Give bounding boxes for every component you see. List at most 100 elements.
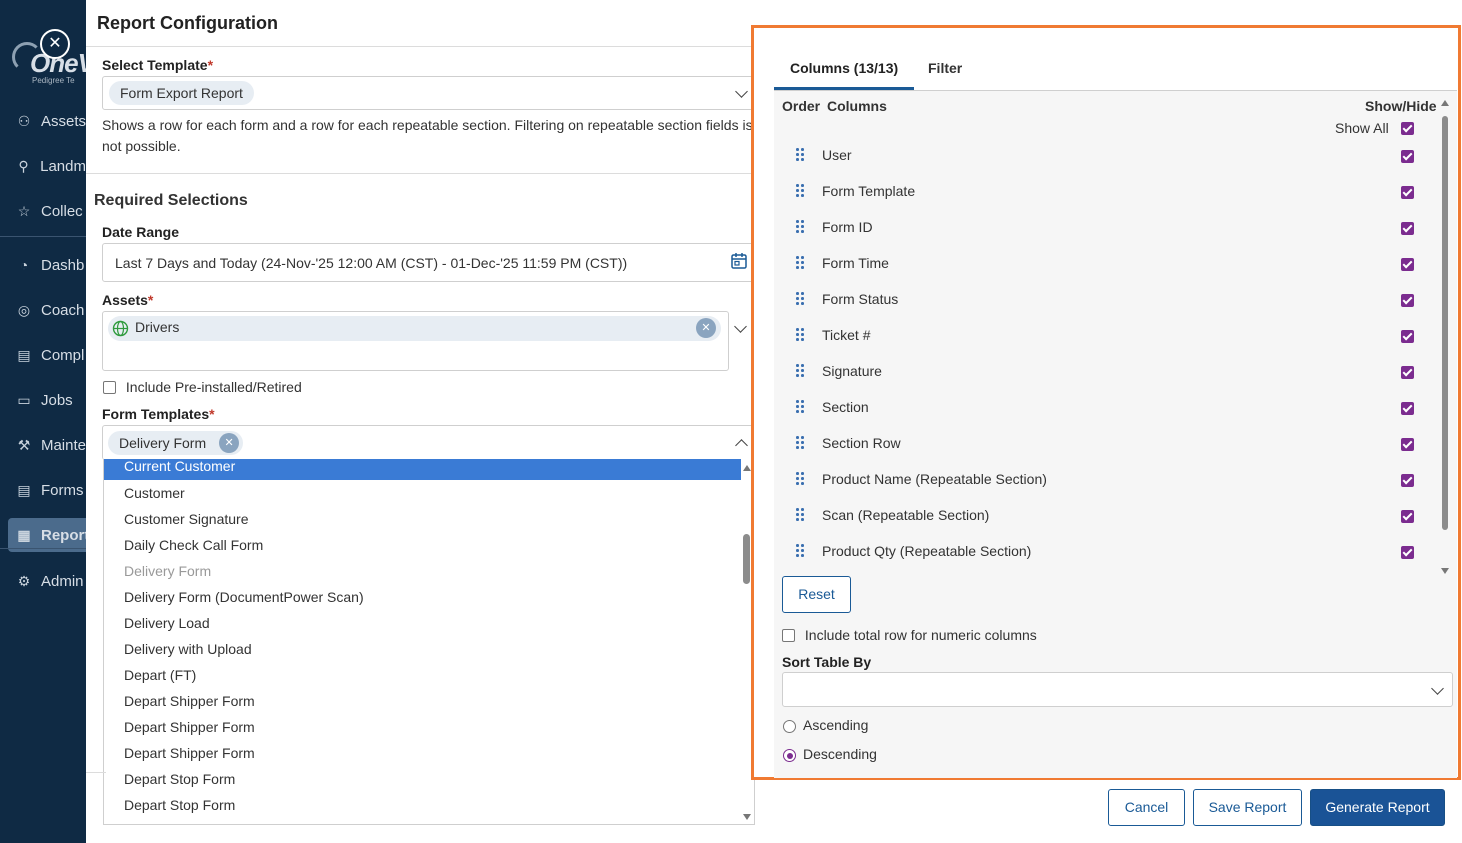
dropdown-option[interactable]: Depart Stop Form [104, 766, 754, 792]
column-name: Form Status [822, 291, 899, 307]
include-total-label: Include total row for numeric columns [804, 627, 1037, 644]
sidebar-item-mainte[interactable]: ⚒ Mainte [0, 428, 86, 462]
dropdown-option[interactable]: Customer Signature [104, 506, 754, 532]
dropdown-option[interactable]: Daily Check Call Form [104, 532, 754, 558]
column-visible-checkbox[interactable] [1401, 258, 1414, 271]
column-visible-checkbox[interactable] [1401, 510, 1414, 523]
template-select[interactable]: Form Export Report [102, 76, 754, 110]
column-visible-checkbox[interactable] [1401, 330, 1414, 343]
form-templates-select[interactable]: Delivery Form ✕ [102, 425, 755, 460]
map-pin-icon: ⚲ [18, 157, 29, 174]
column-visible-checkbox[interactable] [1401, 222, 1414, 235]
dropdown-option[interactable]: Depart (FT) [104, 662, 754, 688]
include-preinstalled-checkbox[interactable]: Include Pre-installed/Retired [103, 378, 302, 395]
column-row[interactable]: Form Time [774, 246, 1414, 282]
column-row[interactable]: Product Qty (Repeatable Section) [774, 534, 1414, 570]
sidebar-item-label: Forms [41, 481, 84, 499]
cancel-button[interactable]: Cancel [1108, 789, 1185, 826]
scroll-down-icon[interactable] [743, 814, 751, 820]
sidebar-item-admin[interactable]: ⚙ Admin [0, 564, 86, 598]
column-row[interactable]: Scan (Repeatable Section) [774, 498, 1414, 534]
column-visible-checkbox[interactable] [1401, 546, 1414, 559]
sidebar-item-jobs[interactable]: ▭ Jobs [0, 383, 86, 417]
template-chip: Form Export Report [109, 81, 254, 105]
sidebar-item-coach[interactable]: ◎ Coach [0, 293, 86, 327]
column-row[interactable]: User [774, 138, 1414, 174]
save-report-button[interactable]: Save Report [1193, 789, 1302, 826]
column-name: Form ID [822, 219, 873, 235]
column-row[interactable]: Form ID [774, 210, 1414, 246]
drag-handle-icon[interactable] [796, 436, 804, 452]
column-name: Form Time [822, 255, 889, 271]
dropdown-option[interactable]: Current Customer [104, 459, 741, 480]
column-row[interactable]: Signature [774, 354, 1414, 390]
date-range-input[interactable]: Last 7 Days and Today (24-Nov-'25 12:00 … [102, 243, 754, 282]
include-total-checkbox[interactable]: Include total row for numeric columns [782, 626, 1037, 643]
column-row[interactable]: Product Name (Repeatable Section) [774, 462, 1414, 498]
column-row[interactable]: Section [774, 390, 1414, 426]
descending-radio[interactable] [783, 749, 796, 762]
close-dialog-button[interactable]: ✕ [40, 29, 70, 59]
dropdown-option[interactable]: Depart Shipper Form [104, 714, 754, 740]
column-row[interactable]: Section Row [774, 426, 1414, 462]
dropdown-scrollbar[interactable] [742, 459, 751, 824]
drag-handle-icon[interactable] [796, 400, 804, 416]
column-visible-checkbox[interactable] [1401, 402, 1414, 415]
column-row[interactable]: Form Status [774, 282, 1414, 318]
drag-handle-icon[interactable] [796, 328, 804, 344]
sidebar-item-forms[interactable]: ▤ Forms [0, 473, 86, 507]
dropdown-option[interactable]: Delivery with Upload [104, 636, 754, 662]
assets-select[interactable]: Drivers ✕ [102, 311, 729, 371]
column-visible-checkbox[interactable] [1401, 366, 1414, 379]
column-visible-checkbox[interactable] [1401, 438, 1414, 451]
show-all-checkbox[interactable] [1401, 122, 1414, 135]
drag-handle-icon[interactable] [796, 184, 804, 200]
generate-report-button[interactable]: Generate Report [1310, 789, 1445, 826]
section-divider [86, 173, 751, 174]
report-icon: ▦ [17, 526, 31, 543]
reset-button[interactable]: Reset [782, 576, 851, 613]
drag-handle-icon[interactable] [796, 292, 804, 308]
scroll-down-icon[interactable] [1441, 568, 1449, 574]
calendar-icon[interactable] [730, 252, 748, 270]
drag-handle-icon[interactable] [796, 544, 804, 560]
sidebar-item-landm[interactable]: ⚲ Landm [0, 149, 86, 183]
ascending-radio[interactable] [783, 720, 796, 733]
dropdown-option[interactable]: Depart Shipper Form [104, 688, 754, 714]
form-templates-label: Form Templates* [102, 406, 215, 422]
sidebar-item-report[interactable]: ▦ Report [8, 518, 86, 552]
tab-columns[interactable]: Columns (13/13) [774, 50, 915, 90]
dropdown-option[interactable]: Customer [104, 480, 754, 506]
drag-handle-icon[interactable] [796, 472, 804, 488]
column-row[interactable]: Form Template [774, 174, 1414, 210]
scroll-up-icon[interactable] [1441, 100, 1449, 106]
drag-handle-icon[interactable] [796, 256, 804, 272]
dropdown-option[interactable]: Depart Shipper Form [104, 740, 754, 766]
dropdown-option[interactable]: Delivery Load [104, 610, 754, 636]
column-visible-checkbox[interactable] [1401, 294, 1414, 307]
sidebar-item-assets[interactable]: ⚇ Assets [0, 104, 86, 138]
assets-chevron-down-icon[interactable] [734, 320, 747, 333]
columns-scrollbar[interactable] [1440, 98, 1450, 576]
drag-handle-icon[interactable] [796, 364, 804, 380]
columns-scroll-thumb[interactable] [1442, 116, 1448, 530]
remove-chip-icon[interactable]: ✕ [219, 433, 240, 453]
dropdown-option[interactable]: Depart Stop Form [104, 792, 754, 818]
column-visible-checkbox[interactable] [1401, 150, 1414, 163]
remove-chip-icon[interactable]: ✕ [696, 318, 716, 338]
dropdown-option[interactable]: Delivery Form (DocumentPower Scan) [104, 584, 754, 610]
sidebar-item-compl[interactable]: ▤ Compl [0, 338, 86, 372]
column-row[interactable]: Ticket # [774, 318, 1414, 354]
tab-filter[interactable]: Filter [912, 50, 978, 90]
column-visible-checkbox[interactable] [1401, 474, 1414, 487]
sidebar-item-collec[interactable]: ☆ Collec [0, 194, 86, 228]
column-visible-checkbox[interactable] [1401, 186, 1414, 199]
sort-table-select[interactable] [782, 672, 1453, 707]
sidebar-item-dashb[interactable]: ◔ Dashb [0, 248, 86, 282]
column-name: User [822, 147, 852, 163]
scroll-up-icon[interactable] [743, 465, 751, 471]
drag-handle-icon[interactable] [796, 508, 804, 524]
drag-handle-icon[interactable] [796, 220, 804, 236]
dropdown-scroll-thumb[interactable] [743, 534, 750, 584]
drag-handle-icon[interactable] [796, 148, 804, 164]
